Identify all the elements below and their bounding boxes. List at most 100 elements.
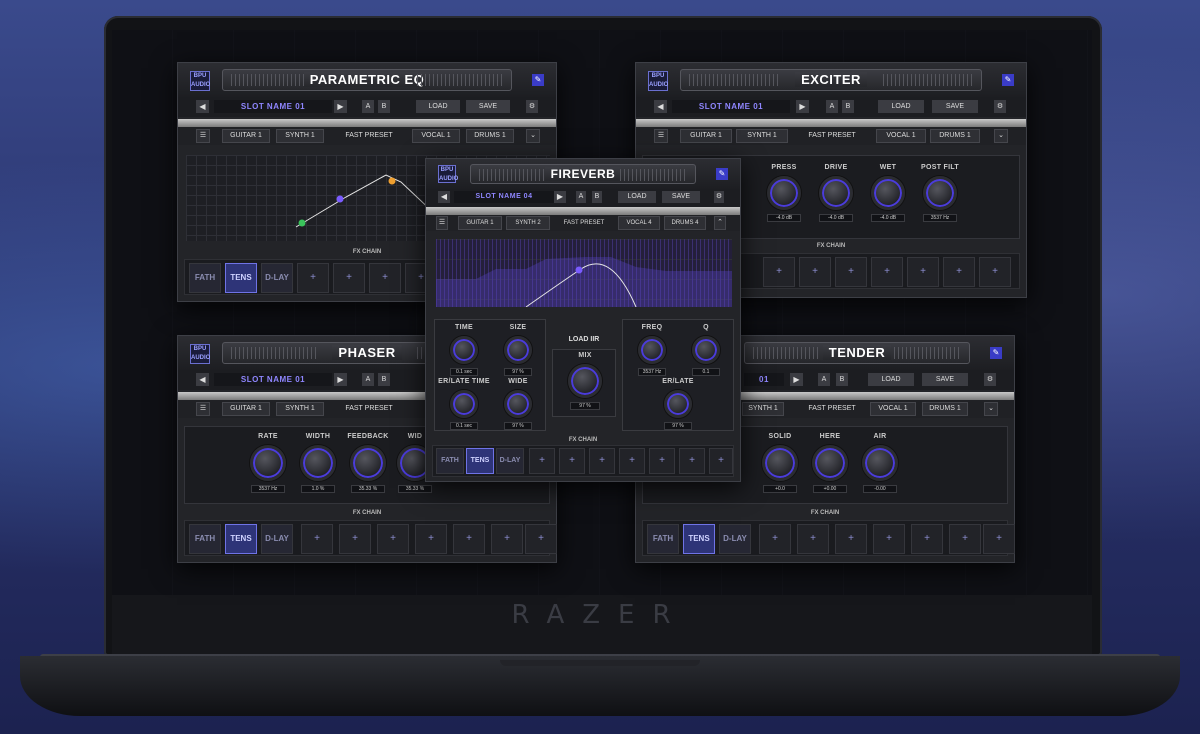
knob-freq[interactable]: FREQ 3537 Hz bbox=[629, 324, 675, 376]
reverb-graph[interactable] bbox=[436, 239, 732, 307]
fx-slot-dlay[interactable]: D-LAY bbox=[496, 448, 524, 474]
load-button[interactable]: LOAD bbox=[868, 373, 914, 386]
slot-name[interactable]: SLOT NAME 04 bbox=[454, 191, 554, 203]
tab-preset[interactable]: SYNTH 1 bbox=[276, 129, 324, 143]
b-button[interactable]: B bbox=[592, 191, 602, 203]
chevron-up-icon[interactable]: ⌃ bbox=[714, 216, 726, 230]
chevron-down-icon[interactable]: ⌄ bbox=[994, 129, 1008, 143]
tab-preset[interactable]: GUITAR 1 bbox=[222, 402, 270, 416]
save-button[interactable]: SAVE bbox=[922, 373, 968, 386]
fx-slot-tens[interactable]: TENS bbox=[683, 524, 715, 554]
add-fx-button[interactable]: + bbox=[679, 448, 705, 474]
menu-icon[interactable]: ☰ bbox=[436, 216, 448, 230]
settings-icon[interactable]: ⚙ bbox=[714, 191, 724, 203]
tab-preset[interactable]: FAST PRESET bbox=[330, 129, 408, 143]
add-fx-button[interactable]: + bbox=[979, 257, 1011, 287]
tab-preset[interactable]: DRUMS 4 bbox=[664, 216, 706, 230]
fx-slot-fath[interactable]: FATH bbox=[189, 524, 221, 554]
a-button[interactable]: A bbox=[818, 373, 830, 386]
next-preset-button[interactable]: ▶ bbox=[334, 100, 347, 113]
tab-preset[interactable]: SYNTH 1 bbox=[276, 402, 324, 416]
prev-preset-button[interactable]: ◀ bbox=[196, 373, 209, 386]
knob-solid[interactable]: SOLID +0.0 bbox=[757, 433, 803, 493]
knob-time[interactable]: TIME 0.1 sec bbox=[441, 324, 487, 376]
tab-preset[interactable]: DRUMS 1 bbox=[930, 129, 980, 143]
add-fx-button[interactable]: + bbox=[619, 448, 645, 474]
tab-preset[interactable]: GUITAR 1 bbox=[222, 129, 270, 143]
knob-air[interactable]: AIR -0.00 bbox=[857, 433, 903, 493]
next-preset-button[interactable]: ▶ bbox=[334, 373, 347, 386]
add-fx-button[interactable]: + bbox=[873, 524, 905, 554]
add-fx-button[interactable]: + bbox=[835, 257, 867, 287]
knob-width[interactable]: WIDTH 1.0 % bbox=[295, 433, 341, 493]
menu-icon[interactable]: ☰ bbox=[196, 129, 210, 143]
fx-slot-dlay[interactable]: D-LAY bbox=[261, 524, 293, 554]
add-fx-button[interactable]: + bbox=[949, 524, 981, 554]
settings-icon[interactable]: ⚙ bbox=[984, 373, 996, 386]
save-button[interactable]: SAVE bbox=[932, 100, 978, 113]
fx-slot-dlay[interactable]: D-LAY bbox=[261, 263, 293, 293]
add-fx-button[interactable]: + bbox=[297, 263, 329, 293]
edit-icon[interactable]: ✎ bbox=[990, 347, 1002, 359]
add-fx-button[interactable]: + bbox=[911, 524, 943, 554]
settings-icon[interactable]: ⚙ bbox=[994, 100, 1006, 113]
add-fx-button[interactable]: + bbox=[301, 524, 333, 554]
tab-preset[interactable]: SYNTH 2 bbox=[506, 216, 550, 230]
add-fx-button[interactable]: + bbox=[759, 524, 791, 554]
add-fx-button[interactable]: + bbox=[415, 524, 447, 554]
load-button[interactable]: LOAD bbox=[878, 100, 924, 113]
tab-preset[interactable]: FAST PRESET bbox=[792, 402, 872, 416]
add-fx-button[interactable]: + bbox=[333, 263, 365, 293]
b-button[interactable]: B bbox=[842, 100, 854, 113]
fx-slot-fath[interactable]: FATH bbox=[189, 263, 221, 293]
menu-icon[interactable]: ☰ bbox=[654, 129, 668, 143]
add-fx-button[interactable]: + bbox=[525, 524, 557, 554]
add-fx-button[interactable]: + bbox=[763, 257, 795, 287]
slot-name[interactable]: 01 bbox=[744, 373, 784, 386]
chevron-down-icon[interactable]: ⌄ bbox=[984, 402, 998, 416]
save-button[interactable]: SAVE bbox=[466, 100, 510, 113]
add-fx-button[interactable]: + bbox=[709, 448, 733, 474]
b-button[interactable]: B bbox=[378, 100, 390, 113]
fx-slot-fath[interactable]: FATH bbox=[436, 448, 464, 474]
fx-slot-tens[interactable]: TENS bbox=[225, 524, 257, 554]
knob-post-filt[interactable]: POST FILT 3537 Hz bbox=[917, 164, 963, 222]
add-fx-button[interactable]: + bbox=[943, 257, 975, 287]
tab-preset[interactable]: FAST PRESET bbox=[330, 402, 408, 416]
settings-icon[interactable]: ⚙ bbox=[526, 100, 538, 113]
chevron-down-icon[interactable]: ⌄ bbox=[526, 129, 540, 143]
fx-slot-tens[interactable]: TENS bbox=[466, 448, 494, 474]
menu-icon[interactable]: ☰ bbox=[196, 402, 210, 416]
knob-here[interactable]: HERE +0.00 bbox=[807, 433, 853, 493]
tab-preset[interactable]: SYNTH 1 bbox=[736, 129, 788, 143]
add-fx-button[interactable]: + bbox=[649, 448, 675, 474]
knob-er-late-time[interactable]: ER/LATE TIME 0.1 sec bbox=[437, 378, 491, 430]
tab-preset[interactable]: VOCAL 1 bbox=[876, 129, 926, 143]
knob-wet[interactable]: WET -4.0 dB bbox=[865, 164, 911, 222]
tab-preset[interactable]: VOCAL 1 bbox=[412, 129, 460, 143]
next-preset-button[interactable]: ▶ bbox=[796, 100, 809, 113]
next-preset-button[interactable]: ▶ bbox=[790, 373, 803, 386]
fx-slot-tens[interactable]: TENS bbox=[225, 263, 257, 293]
a-button[interactable]: A bbox=[576, 191, 586, 203]
edit-icon[interactable]: ✎ bbox=[1002, 74, 1014, 86]
load-button[interactable]: LOAD bbox=[416, 100, 460, 113]
slot-name[interactable]: SLOT NAME 01 bbox=[214, 100, 332, 113]
tab-preset[interactable]: FAST PRESET bbox=[554, 216, 614, 230]
tab-preset[interactable]: FAST PRESET bbox=[792, 129, 872, 143]
knob-press[interactable]: PRESS -4.0 dB bbox=[761, 164, 807, 222]
knob-wide[interactable]: WIDE 97 % bbox=[495, 378, 541, 430]
add-fx-button[interactable]: + bbox=[983, 524, 1015, 554]
knob-size[interactable]: SIZE 97 % bbox=[495, 324, 541, 376]
add-fx-button[interactable]: + bbox=[369, 263, 401, 293]
a-button[interactable]: A bbox=[362, 373, 374, 386]
prev-preset-button[interactable]: ◀ bbox=[654, 100, 667, 113]
add-fx-button[interactable]: + bbox=[589, 448, 615, 474]
tab-preset[interactable]: SYNTH 1 bbox=[742, 402, 784, 416]
save-button[interactable]: SAVE bbox=[662, 191, 700, 203]
slot-name[interactable]: SLOT NAME 01 bbox=[214, 373, 332, 386]
a-button[interactable]: A bbox=[826, 100, 838, 113]
fx-slot-fath[interactable]: FATH bbox=[647, 524, 679, 554]
add-fx-button[interactable]: + bbox=[339, 524, 371, 554]
b-button[interactable]: B bbox=[378, 373, 390, 386]
